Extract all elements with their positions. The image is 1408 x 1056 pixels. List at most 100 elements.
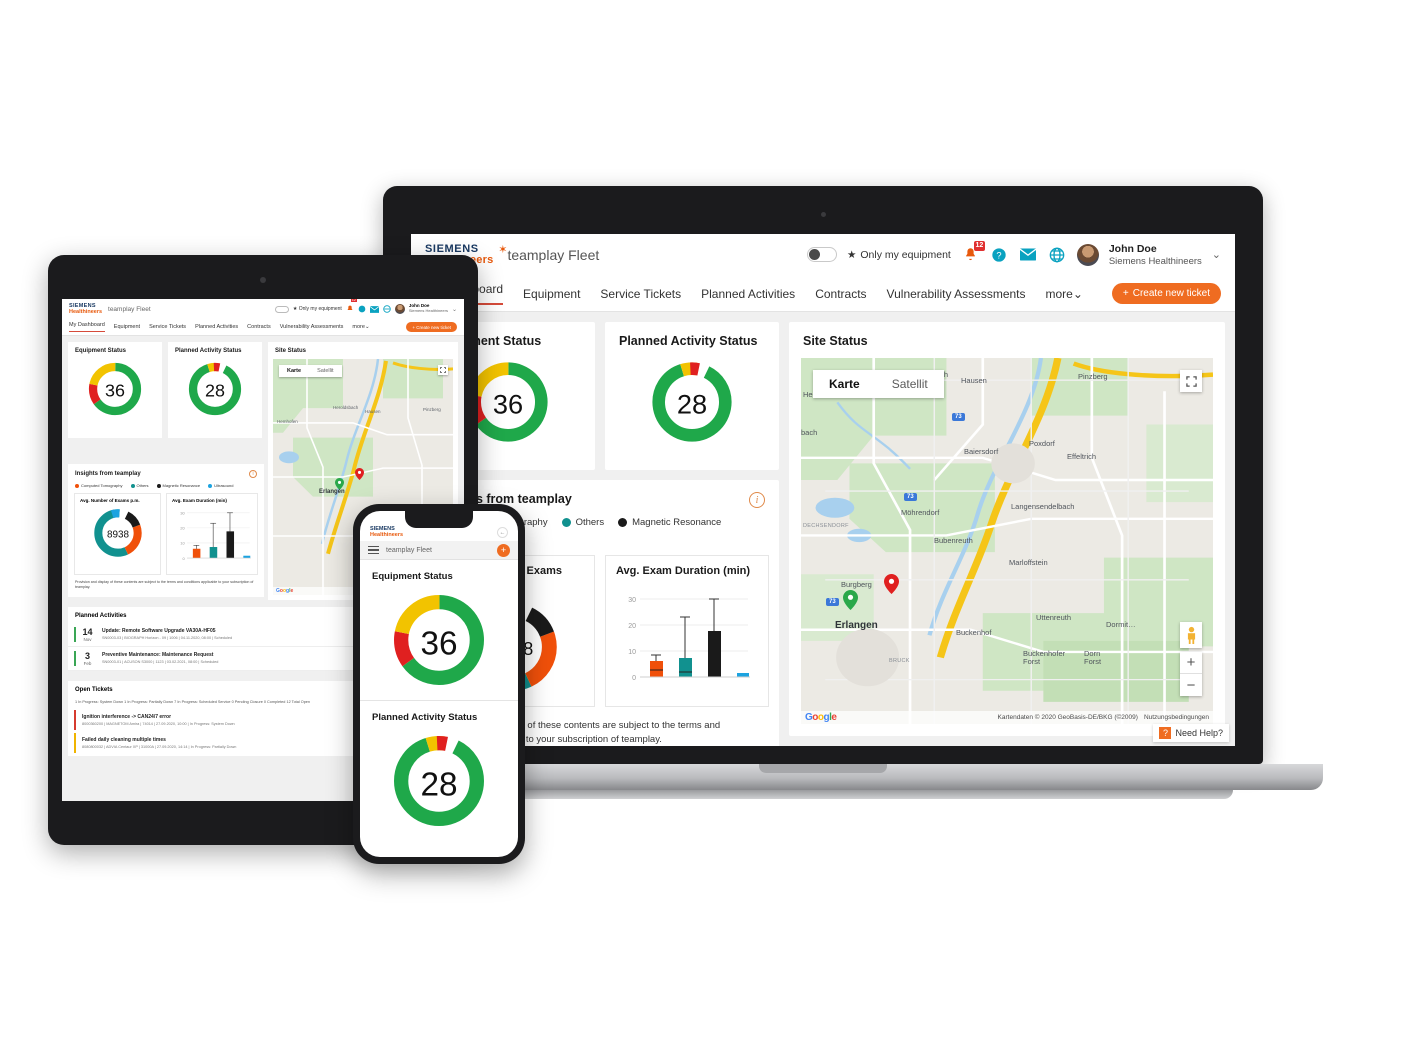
map-label: Hausen: [365, 409, 381, 414]
hamburger-menu-icon[interactable]: [368, 545, 379, 555]
svg-text:0: 0: [182, 556, 185, 561]
map-zoom-controls: + −: [1180, 652, 1202, 696]
back-icon[interactable]: ←: [497, 527, 508, 538]
nav-item-equipment[interactable]: Equipment: [523, 287, 580, 301]
create-new-ticket-button[interactable]: + Create new ticket: [406, 322, 457, 332]
avg-duration-boxplot: 30 20 10 0: [167, 504, 257, 570]
help-icon[interactable]: [358, 305, 366, 313]
map-pin-red[interactable]: [884, 574, 899, 594]
create-new-ticket-button[interactable]: + Create new ticket: [1111, 283, 1221, 304]
nav-item-service-tickets[interactable]: Service Tickets: [600, 287, 681, 301]
nav-item-contracts[interactable]: Contracts: [815, 287, 866, 301]
nav-item-vulnerability-assessments[interactable]: Vulnerability Assessments: [887, 287, 1026, 301]
legend-item: Ultrasound: [208, 483, 233, 488]
map-tab-karte[interactable]: Karte: [279, 365, 309, 377]
map-label: Buckenhofer Forst: [1023, 649, 1066, 667]
nav-item-planned-activities[interactable]: Planned Activities: [195, 324, 238, 330]
highway-shield: 73: [952, 413, 965, 421]
plus-icon: +: [1122, 288, 1129, 299]
chevron-down-icon[interactable]: ⌄: [452, 306, 457, 313]
map-tab-satellit[interactable]: Satellit: [876, 370, 944, 398]
need-help-button[interactable]: ? Need Help?: [1153, 724, 1229, 742]
map-tab-satellit[interactable]: Satellit: [309, 365, 342, 377]
planned-activity-status-value: 28: [205, 381, 225, 401]
user-info[interactable]: John Doe Siemens Healthineers: [409, 303, 448, 313]
app-header: SIEMENS Healthineers ✶ teamplay Fleet ★ …: [411, 234, 1235, 276]
nav-item-more[interactable]: more⌄: [352, 324, 369, 330]
info-icon[interactable]: i: [249, 470, 257, 478]
map-copyright: Kartendaten © 2020 GeoBasis-DE/BKG (©200…: [997, 714, 1138, 721]
user-info[interactable]: John Doe Siemens Healthineers: [1109, 243, 1202, 267]
map-label: Pinzberg: [1078, 372, 1108, 381]
main-nav: My Dashboard Equipment Service Tickets P…: [411, 276, 1235, 312]
svg-text:10: 10: [628, 649, 636, 656]
avg-duration-boxplot: 30 20 10 0: [606, 579, 768, 702]
only-my-equipment-toggle[interactable]: [274, 305, 289, 313]
avatar[interactable]: [394, 304, 405, 314]
zoom-out-button[interactable]: −: [1180, 674, 1202, 696]
avg-exams-donut: 8938: [75, 504, 160, 559]
nav-item-planned-activities[interactable]: Planned Activities: [701, 287, 795, 301]
phone-screen: SIEMENS Healthineers ← teamplay Fleet + …: [360, 511, 518, 857]
map-label: Marloffstein: [1009, 558, 1048, 567]
zoom-in-button[interactable]: +: [1180, 652, 1202, 674]
svg-text:?: ?: [997, 250, 1002, 260]
map-label: Hausen: [961, 376, 987, 385]
street-view-pegman-icon[interactable]: [1180, 622, 1202, 648]
create-new-ticket-button[interactable]: +: [497, 543, 510, 557]
map-label: Burgberg: [841, 580, 872, 589]
nav-item-contracts[interactable]: Contracts: [247, 324, 271, 330]
bell-icon[interactable]: 12: [346, 299, 357, 318]
app-title: teamplay Fleet: [386, 546, 432, 554]
map-label: Uttenreuth: [1036, 613, 1072, 622]
bell-icon[interactable]: 12: [961, 241, 985, 264]
legend-color-swatch: [130, 483, 135, 488]
nav-item-more[interactable]: more⌄: [1046, 287, 1083, 301]
avg-exams-value: 8938: [106, 529, 129, 540]
svg-text:30: 30: [180, 510, 185, 515]
equipment-status-donut: 36: [68, 354, 162, 418]
map-pin-red[interactable]: [355, 467, 364, 485]
planned-activity-status-title: Planned Activity Status: [372, 712, 478, 723]
equipment-status-card: Equipment Status 36: [68, 342, 162, 438]
info-icon[interactable]: i: [749, 492, 765, 508]
nav-item-vulnerability-assessments[interactable]: Vulnerability Assessments: [280, 324, 344, 330]
fullscreen-icon[interactable]: [1180, 370, 1202, 392]
chevron-down-icon[interactable]: ⌄: [1212, 248, 1221, 261]
insights-card: Insights from teamplay i Computed Tomogr…: [68, 464, 264, 597]
nav-item-equipment[interactable]: Equipment: [114, 324, 140, 330]
fullscreen-icon[interactable]: [438, 365, 448, 375]
legend-color-swatch: [75, 483, 79, 488]
tablet-main-nav: My Dashboard Equipment Service Tickets P…: [62, 319, 464, 336]
phone-notch: [405, 511, 473, 528]
activity-meta: SN0003-01 | ACUSON S3000 | 1123 | 03.02.…: [102, 660, 219, 665]
globe-icon[interactable]: [1048, 245, 1067, 264]
avatar[interactable]: [1076, 243, 1099, 266]
map-pin-green[interactable]: [843, 590, 858, 610]
nav-item-service-tickets[interactable]: Service Tickets: [149, 324, 186, 330]
svg-text:20: 20: [628, 623, 636, 630]
only-my-equipment-toggle[interactable]: [806, 247, 837, 263]
map-type-tabs: Karte Satellit: [279, 365, 342, 377]
legend-color-swatch: [156, 483, 161, 488]
notification-badge: 12: [350, 299, 357, 302]
tablet-app-header: SIEMENS Healthineers teamplay Fleet ★ On…: [62, 299, 464, 319]
globe-icon[interactable]: [383, 305, 391, 313]
equipment-status-title: Equipment Status: [372, 571, 453, 582]
laptop-trackpad-notch: [759, 764, 887, 773]
legend-item: Magnetic Resonance: [618, 517, 721, 528]
planned-activity-status-card: Planned Activity Status 28: [168, 342, 262, 438]
nav-item-my-dashboard[interactable]: My Dashboard: [69, 322, 105, 332]
map-tab-karte[interactable]: Karte: [813, 370, 876, 398]
mail-icon[interactable]: [1019, 245, 1038, 264]
equipment-status-donut: 36: [360, 582, 518, 700]
planned-activity-status-value: 28: [677, 389, 707, 420]
help-icon[interactable]: ?: [990, 245, 1009, 264]
map-terms-link[interactable]: Nutzungsbedingungen: [1144, 714, 1209, 721]
equipment-status-value: 36: [493, 389, 523, 420]
question-icon: ?: [1159, 727, 1172, 739]
map-label: Effeltrich: [1067, 452, 1097, 461]
map-canvas[interactable]: Karte Satellit: [801, 358, 1213, 724]
site-status-card: Site Status: [789, 322, 1225, 736]
mail-icon[interactable]: [369, 305, 379, 313]
